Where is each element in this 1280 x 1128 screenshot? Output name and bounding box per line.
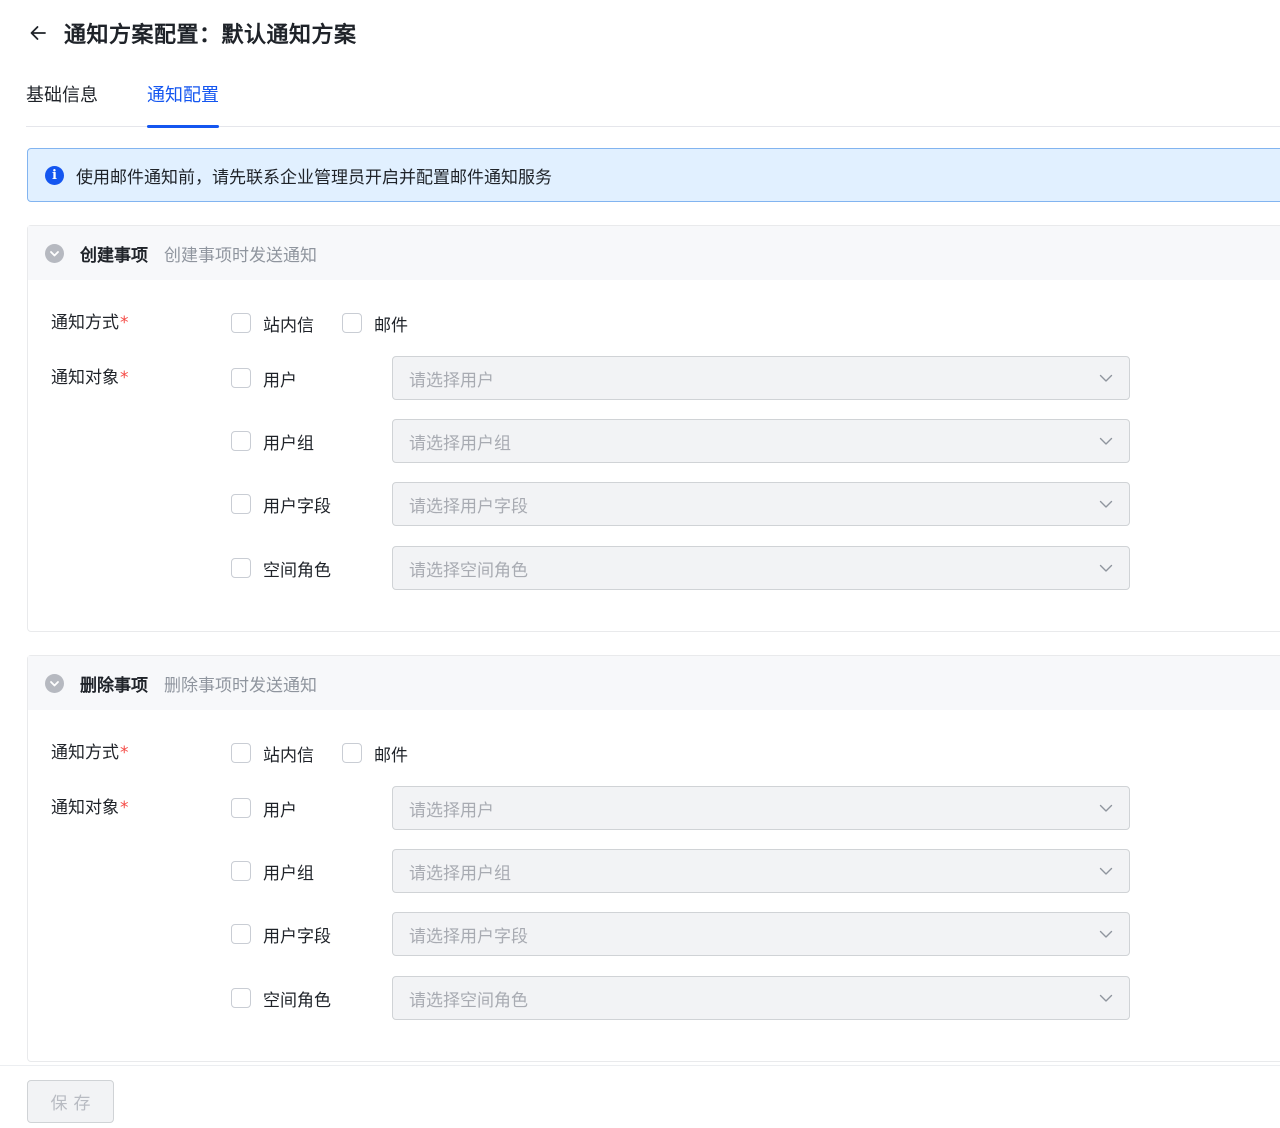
- chevron-down-icon: [1097, 369, 1115, 387]
- target-user-field-checkbox[interactable]: 用户字段: [231, 912, 331, 956]
- checkbox-label: 站内信: [263, 745, 314, 766]
- checkbox-label: 用户字段: [263, 926, 331, 947]
- page-title: 通知方案配置：默认通知方案: [64, 23, 357, 48]
- save-button[interactable]: 保存: [27, 1080, 114, 1123]
- tab-bar: 基础信息 通知配置: [26, 70, 1280, 128]
- section-title: 删除事项: [80, 675, 148, 696]
- tab-notification-config[interactable]: 通知配置: [147, 82, 219, 128]
- target-user-field-row: 用户字段 请选择用户字段: [28, 912, 1280, 956]
- checkbox-box[interactable]: [231, 743, 251, 763]
- checkbox-box[interactable]: [342, 743, 362, 763]
- notify-method-row: 通知方式* 站内信 邮件: [28, 731, 1280, 775]
- section-description: 删除事项时发送通知: [164, 675, 317, 696]
- target-user-group-checkbox[interactable]: 用户组: [231, 419, 314, 463]
- checkbox-box[interactable]: [231, 988, 251, 1008]
- checkbox-box[interactable]: [231, 368, 251, 388]
- chevron-down-icon: [50, 680, 59, 686]
- notify-method-row: 通知方式* 站内信 邮件: [28, 301, 1280, 345]
- tab-basic-info[interactable]: 基础信息: [26, 82, 98, 127]
- page-header: 通知方案配置：默认通知方案: [26, 16, 357, 50]
- target-user-row: 通知对象* 用户 请选择用户: [28, 786, 1280, 830]
- select-placeholder: 请选择用户字段: [409, 496, 528, 517]
- select-placeholder: 请选择用户: [409, 800, 494, 821]
- alert-text: 使用邮件通知前，请先联系企业管理员开启并配置邮件通知服务: [76, 167, 552, 188]
- notify-target-label: 通知对象*: [51, 368, 129, 388]
- info-icon: i: [45, 165, 64, 185]
- checkbox-box[interactable]: [231, 798, 251, 818]
- target-user-row: 通知对象* 用户 请选择用户: [28, 356, 1280, 400]
- select-placeholder: 请选择空间角色: [409, 990, 528, 1011]
- checkbox-label: 邮件: [374, 315, 408, 336]
- chevron-down-icon: [1097, 799, 1115, 817]
- checkbox-box[interactable]: [231, 861, 251, 881]
- info-alert: i 使用邮件通知前，请先联系企业管理员开启并配置邮件通知服务: [27, 148, 1280, 202]
- checkbox-box[interactable]: [231, 494, 251, 514]
- target-user-field-row: 用户字段 请选择用户字段: [28, 482, 1280, 526]
- checkbox-label: 用户组: [263, 433, 314, 454]
- checkbox-label: 用户字段: [263, 496, 331, 517]
- section-title: 创建事项: [80, 245, 148, 266]
- target-user-field-checkbox[interactable]: 用户字段: [231, 482, 331, 526]
- notify-method-label: 通知方式*: [51, 743, 129, 763]
- target-space-role-checkbox[interactable]: 空间角色: [231, 976, 331, 1020]
- chevron-down-icon: [50, 250, 59, 256]
- collapse-toggle[interactable]: [45, 673, 64, 693]
- user-select[interactable]: 请选择用户: [392, 356, 1130, 400]
- chevron-down-icon: [1097, 495, 1115, 513]
- space-role-select[interactable]: 请选择空间角色: [392, 546, 1130, 590]
- notify-method-label: 通知方式*: [51, 313, 129, 333]
- target-user-group-checkbox[interactable]: 用户组: [231, 849, 314, 893]
- checkbox-label: 站内信: [263, 315, 314, 336]
- target-user-group-row: 用户组 请选择用户组: [28, 849, 1280, 893]
- target-space-role-row: 空间角色 请选择空间角色: [28, 976, 1280, 1020]
- section-delete-item: 删除事项 删除事项时发送通知 通知方式* 站内信 邮件 通知对象* 用户 请选择…: [27, 655, 1280, 1062]
- user-group-select[interactable]: 请选择用户组: [392, 849, 1130, 893]
- select-placeholder: 请选择用户组: [409, 433, 511, 454]
- chevron-down-icon: [1097, 559, 1115, 577]
- notify-target-label: 通知对象*: [51, 798, 129, 818]
- chevron-down-icon: [1097, 432, 1115, 450]
- section-header: 删除事项 删除事项时发送通知: [28, 656, 1280, 710]
- checkbox-label: 用户组: [263, 863, 314, 884]
- method-email-checkbox[interactable]: 邮件: [342, 731, 408, 775]
- method-email-checkbox[interactable]: 邮件: [342, 301, 408, 345]
- target-user-checkbox[interactable]: 用户: [231, 356, 297, 400]
- checkbox-label: 邮件: [374, 745, 408, 766]
- user-field-select[interactable]: 请选择用户字段: [392, 912, 1130, 956]
- user-select[interactable]: 请选择用户: [392, 786, 1130, 830]
- select-placeholder: 请选择用户字段: [409, 926, 528, 947]
- checkbox-box[interactable]: [231, 313, 251, 333]
- chevron-down-icon: [1097, 925, 1115, 943]
- user-field-select[interactable]: 请选择用户字段: [392, 482, 1130, 526]
- section-header: 创建事项 创建事项时发送通知: [28, 226, 1280, 280]
- checkbox-box[interactable]: [342, 313, 362, 333]
- target-user-checkbox[interactable]: 用户: [231, 786, 297, 830]
- checkbox-label: 空间角色: [263, 990, 331, 1011]
- target-user-group-row: 用户组 请选择用户组: [28, 419, 1280, 463]
- checkbox-box[interactable]: [231, 431, 251, 451]
- select-placeholder: 请选择用户组: [409, 863, 511, 884]
- chevron-down-icon: [1097, 989, 1115, 1007]
- select-placeholder: 请选择用户: [409, 370, 494, 391]
- back-button[interactable]: [26, 21, 50, 45]
- method-inbox-checkbox[interactable]: 站内信: [231, 301, 314, 345]
- target-space-role-row: 空间角色 请选择空间角色: [28, 546, 1280, 590]
- checkbox-box[interactable]: [231, 558, 251, 578]
- target-space-role-checkbox[interactable]: 空间角色: [231, 546, 331, 590]
- checkbox-box[interactable]: [231, 924, 251, 944]
- space-role-select[interactable]: 请选择空间角色: [392, 976, 1130, 1020]
- section-description: 创建事项时发送通知: [164, 245, 317, 266]
- select-placeholder: 请选择空间角色: [409, 560, 528, 581]
- method-inbox-checkbox[interactable]: 站内信: [231, 731, 314, 775]
- user-group-select[interactable]: 请选择用户组: [392, 419, 1130, 463]
- arrow-left-icon: [30, 26, 46, 40]
- checkbox-label: 空间角色: [263, 560, 331, 581]
- section-create-item: 创建事项 创建事项时发送通知 通知方式* 站内信 邮件 通知对象* 用户 请选择…: [27, 225, 1280, 632]
- checkbox-label: 用户: [263, 370, 297, 391]
- chevron-down-icon: [1097, 862, 1115, 880]
- collapse-toggle[interactable]: [45, 243, 64, 263]
- footer-bar: 保存: [0, 1065, 1280, 1128]
- checkbox-label: 用户: [263, 800, 297, 821]
